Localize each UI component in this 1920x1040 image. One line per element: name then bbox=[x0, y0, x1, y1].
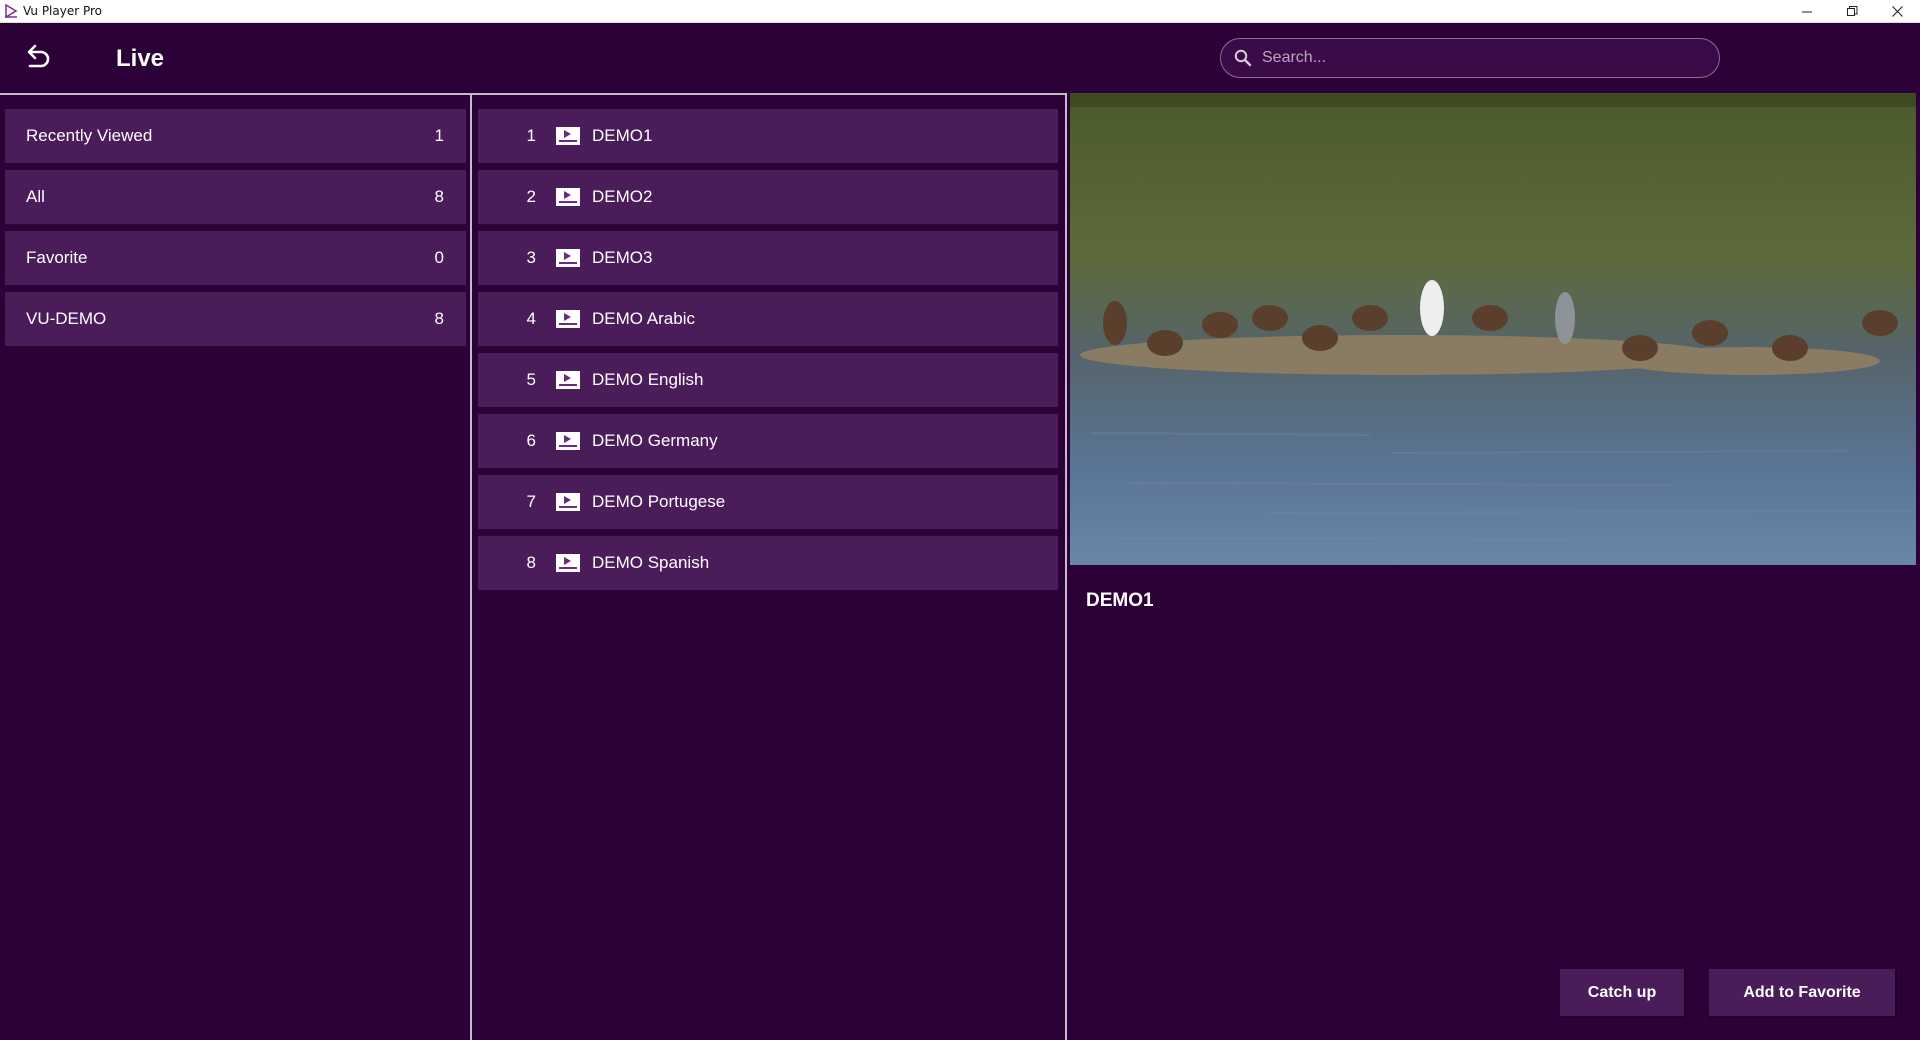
channel-number: 5 bbox=[526, 370, 536, 389]
category-all[interactable]: All 8 bbox=[5, 170, 466, 224]
channel-number: 8 bbox=[526, 553, 536, 572]
minimize-icon[interactable] bbox=[1785, 0, 1830, 23]
category-count: 8 bbox=[434, 187, 444, 206]
category-recently-viewed[interactable]: Recently Viewed 1 bbox=[5, 109, 466, 163]
channel-logo-icon bbox=[556, 554, 580, 572]
channel-logo-icon bbox=[556, 493, 580, 511]
category-label: Favorite bbox=[26, 248, 88, 267]
channel-item[interactable]: 5 DEMO English bbox=[478, 353, 1058, 407]
channel-number: 7 bbox=[526, 492, 536, 511]
channel-item[interactable]: 8 DEMO Spanish bbox=[478, 536, 1058, 590]
page-title: Live bbox=[116, 45, 165, 72]
app-header: Live bbox=[0, 23, 1920, 93]
video-preview[interactable] bbox=[1070, 93, 1916, 565]
channel-name: DEMO1 bbox=[592, 126, 653, 145]
channel-number: 6 bbox=[526, 431, 536, 450]
channel-item[interactable]: 3 DEMO3 bbox=[478, 231, 1058, 285]
channel-name: DEMO3 bbox=[592, 248, 653, 267]
channel-name: DEMO Spanish bbox=[592, 553, 710, 572]
channel-name: DEMO2 bbox=[592, 187, 653, 206]
channel-panel: 1 DEMO1 2 DEMO2 3 DEMO3 4 DEMO Arabic 5 DEMO Engl… bbox=[472, 93, 1067, 1040]
channel-name: DEMO Germany bbox=[592, 431, 718, 450]
channel-list: 1 DEMO1 2 DEMO2 3 DEMO3 4 DEMO Arabic 5 DEMO Engl… bbox=[472, 95, 1065, 590]
category-count: 0 bbox=[434, 248, 444, 267]
search-input[interactable] bbox=[1262, 49, 1719, 67]
add-to-favorite-button[interactable]: Add to Favorite bbox=[1709, 969, 1897, 1018]
category-favorite[interactable]: Favorite 0 bbox=[5, 231, 466, 285]
category-panel: Recently Viewed 1 All 8 Favorite 0 VU-DE… bbox=[0, 93, 472, 1040]
category-vu-demo[interactable]: VU-DEMO 8 bbox=[5, 292, 466, 346]
channel-item[interactable]: 1 DEMO1 bbox=[478, 109, 1058, 163]
back-button[interactable] bbox=[20, 43, 54, 73]
channel-item[interactable]: 2 DEMO2 bbox=[478, 170, 1058, 224]
category-list: Recently Viewed 1 All 8 Favorite 0 VU-DE… bbox=[0, 95, 470, 346]
channel-item[interactable]: 7 DEMO Portugese bbox=[478, 475, 1058, 529]
window-titlebar: Vu Player Pro bbox=[0, 0, 1920, 23]
channel-logo-icon bbox=[556, 432, 580, 450]
channel-number: 2 bbox=[526, 187, 536, 206]
back-arrow-icon bbox=[23, 43, 51, 74]
app-logo-icon bbox=[4, 3, 18, 19]
channel-logo-icon bbox=[556, 127, 580, 145]
now-playing-title: DEMO1 bbox=[1086, 590, 1154, 611]
category-label: VU-DEMO bbox=[26, 309, 107, 328]
category-count: 8 bbox=[434, 309, 444, 328]
channel-logo-icon bbox=[556, 188, 580, 206]
channel-number: 1 bbox=[526, 126, 536, 145]
channel-name: DEMO English bbox=[592, 370, 704, 389]
category-label: All bbox=[26, 187, 45, 206]
channel-logo-icon bbox=[556, 310, 580, 328]
close-icon[interactable] bbox=[1875, 0, 1920, 23]
channel-name: DEMO Portugese bbox=[592, 492, 726, 511]
channel-name: DEMO Arabic bbox=[592, 309, 695, 328]
search-icon bbox=[1234, 49, 1252, 67]
catch-up-button[interactable]: Catch up bbox=[1560, 969, 1686, 1018]
channel-number: 3 bbox=[526, 248, 536, 267]
channel-item[interactable]: 4 DEMO Arabic bbox=[478, 292, 1058, 346]
channel-logo-icon bbox=[556, 371, 580, 389]
category-count: 1 bbox=[434, 126, 444, 145]
category-label: Recently Viewed bbox=[26, 126, 153, 145]
channel-logo-icon bbox=[556, 249, 580, 267]
channel-item[interactable]: 6 DEMO Germany bbox=[478, 414, 1058, 468]
restore-icon[interactable] bbox=[1830, 0, 1875, 23]
window-title: Vu Player Pro bbox=[23, 4, 103, 18]
search-box[interactable] bbox=[1220, 38, 1720, 78]
channel-number: 4 bbox=[526, 309, 536, 328]
